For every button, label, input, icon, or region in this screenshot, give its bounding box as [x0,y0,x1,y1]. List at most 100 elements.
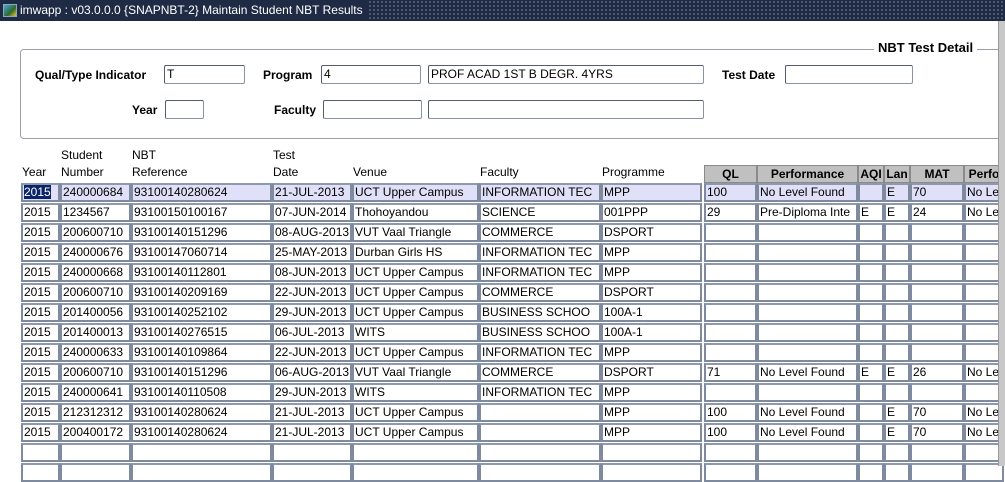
cell-ql[interactable]: 71 [704,363,757,382]
cell-venue[interactable]: Thohoyandou [352,203,479,222]
cell-student-number[interactable]: 201400013 [60,323,131,342]
cell-ql[interactable] [704,383,757,402]
cell-faculty[interactable]: BUSINESS SCHOO [479,323,601,342]
cell-performance[interactable] [757,263,858,282]
cell-programme[interactable]: 100A-1 [601,303,702,322]
cell-programme[interactable]: MPP [601,403,702,422]
cell-test-date[interactable]: 08-AUG-2013 [272,223,352,242]
cell-test-date[interactable]: 06-AUG-2013 [272,363,352,382]
cell-venue[interactable]: VUT Vaal Triangle [352,223,479,242]
cell-programme[interactable]: 001PPP [601,203,702,222]
cell-aqi[interactable]: E [858,363,884,382]
cell-performance[interactable]: No Level Found [757,183,858,202]
cell-ql[interactable] [704,283,757,302]
cell-lan[interactable]: E [884,363,910,382]
cell-ql[interactable] [704,223,757,242]
cell-test-date[interactable]: 21-JUL-2013 [272,183,352,202]
cell-mat[interactable]: 24 [910,203,964,222]
cell-lan[interactable] [884,283,910,302]
cell-test-date[interactable]: 21-JUL-2013 [272,423,352,442]
cell-programme[interactable]: DSPORT [601,223,702,242]
column-header-aqi[interactable]: AQI [858,165,884,183]
cell-lan[interactable] [884,223,910,242]
cell-lan[interactable] [884,443,910,462]
cell-nbt-reference[interactable]: 93100140151296 [131,223,272,242]
cell-aqi[interactable] [858,263,884,282]
qual-input[interactable]: T [164,65,245,84]
cell-mat[interactable] [910,303,964,322]
cell-venue[interactable]: WITS [352,323,479,342]
cell-performance[interactable]: Pre-Diploma Inte [757,203,858,222]
cell-lan[interactable] [884,263,910,282]
cell-venue[interactable]: UCT Upper Campus [352,343,479,362]
cell-venue[interactable]: UCT Upper Campus [352,283,479,302]
cell-test-date[interactable]: 22-JUN-2013 [272,343,352,362]
cell-test-date[interactable]: 29-JUN-2013 [272,303,352,322]
cell-faculty[interactable]: COMMERCE [479,363,601,382]
cell-programme[interactable]: MPP [601,423,702,442]
cell-programme[interactable]: MPP [601,343,702,362]
cell-nbt-reference[interactable]: 93100140280624 [131,423,272,442]
cell-venue[interactable]: UCT Upper Campus [352,303,479,322]
cell-programme[interactable]: DSPORT [601,363,702,382]
cell-nbt-reference[interactable]: 93100150100167 [131,203,272,222]
cell-faculty[interactable]: INFORMATION TEC [479,383,601,402]
cell-ql[interactable]: 100 [704,403,757,422]
cell-venue[interactable]: Durban Girls HS [352,243,479,262]
cell-student-number[interactable]: 240000676 [60,243,131,262]
cell-programme[interactable]: MPP [601,243,702,262]
cell-faculty[interactable]: INFORMATION TEC [479,243,601,262]
cell-lan[interactable]: E [884,423,910,442]
cell-venue[interactable]: VUT Vaal Triangle [352,363,479,382]
cell-test-date[interactable] [272,443,352,462]
cell-year[interactable]: 2015 [21,423,60,442]
test-date-input[interactable] [785,65,913,84]
cell-ql[interactable] [704,443,757,462]
cell-student-number[interactable]: 240000641 [60,383,131,402]
cell-ql[interactable]: 100 [704,183,757,202]
cell-performance[interactable] [757,303,858,322]
cell-student-number[interactable]: 212312312 [60,403,131,422]
cell-faculty[interactable] [479,403,601,422]
cell-test-date[interactable]: 29-JUN-2013 [272,383,352,402]
cell-mat[interactable]: 70 [910,403,964,422]
cell-performance[interactable] [757,223,858,242]
cell-lan[interactable] [884,243,910,262]
cell-mat[interactable] [910,343,964,362]
cell-mat[interactable] [910,323,964,342]
cell-faculty[interactable]: BUSINESS SCHOO [479,303,601,322]
cell-test-date[interactable]: 08-JUN-2013 [272,263,352,282]
cell-nbt-reference[interactable]: 93100147060714 [131,243,272,262]
cell-ql[interactable] [704,243,757,262]
column-header-performance[interactable]: Performance [757,165,858,183]
cell-venue[interactable]: WITS [352,383,479,402]
cell-ql[interactable] [704,263,757,282]
cell-programme[interactable] [601,443,702,462]
cell-lan[interactable] [884,343,910,362]
cell-performance[interactable] [757,323,858,342]
cell-programme[interactable]: 100A-1 [601,323,702,342]
cell-year[interactable]: 2015 [21,403,60,422]
cell-programme[interactable]: MPP [601,383,702,402]
cell-student-number[interactable]: 201400056 [60,303,131,322]
cell-venue[interactable]: UCT Upper Campus [352,403,479,422]
cell-programme[interactable]: DSPORT [601,283,702,302]
cell-programme[interactable]: MPP [601,263,702,282]
cell-year[interactable]: 2015 [21,343,60,362]
cell-performance[interactable] [757,383,858,402]
cell-performance[interactable] [757,243,858,262]
cell-student-number[interactable]: 200600710 [60,363,131,382]
cell-year[interactable]: 2015 [21,303,60,322]
program-code-input[interactable]: 4 [321,65,421,84]
cell-faculty[interactable] [479,423,601,442]
cell-test-date[interactable]: 06-JUL-2013 [272,323,352,342]
cell-aqi[interactable] [858,223,884,242]
cell-ql[interactable] [704,303,757,322]
column-header-ql[interactable]: QL [704,165,757,183]
cell-performance[interactable]: No Level Found [757,423,858,442]
cell-mat[interactable] [910,243,964,262]
cell-faculty[interactable]: INFORMATION TEC [479,343,601,362]
cell-year[interactable]: 2015 [21,363,60,382]
cell-mat[interactable] [910,443,964,462]
cell-student-number[interactable]: 200600710 [60,283,131,302]
